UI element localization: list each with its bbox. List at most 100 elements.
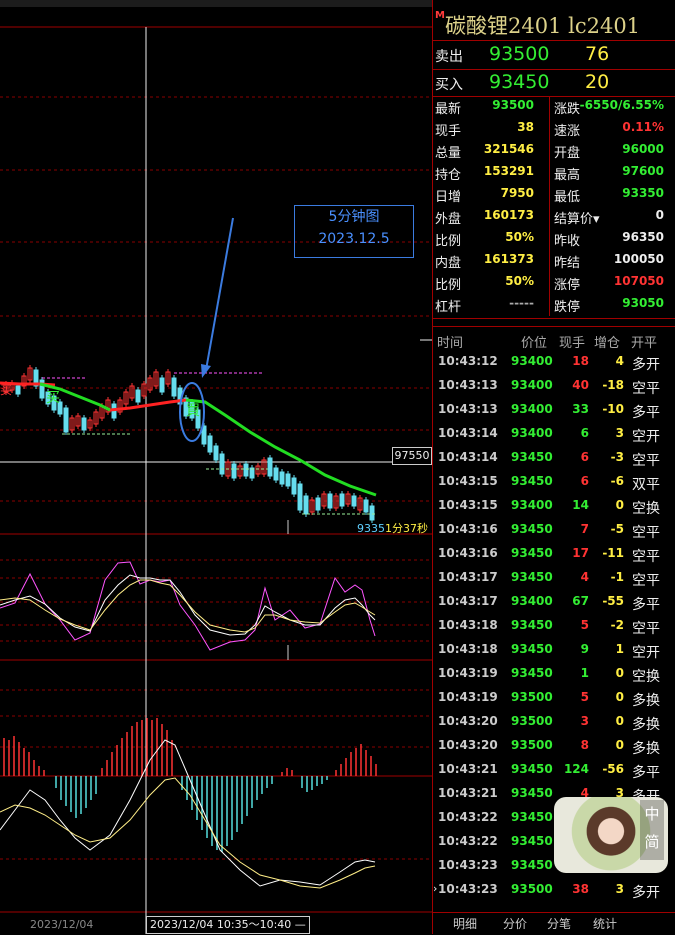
tick-row[interactable]: 10:43:21 93450 124 -56 多平 [433, 762, 675, 786]
tab-trades[interactable]: 分笔 [547, 915, 571, 932]
tick-row[interactable]: 10:43:14 93400 6 3 空开 [433, 426, 675, 450]
tick-time: 10:43:20 [438, 738, 498, 752]
tick-oi-change: 0 [615, 714, 624, 728]
tick-volume: 67 [572, 594, 589, 608]
tick-oi-change: -18 [602, 378, 624, 392]
quote-row: 最新 93500 涨跌 -6550/6.55% [433, 98, 675, 120]
date-axis-label: 2023/12/04 [30, 918, 94, 931]
quote-value: 161373 [483, 252, 534, 266]
tick-volume: 4 [580, 570, 589, 584]
tick-type: 双平 [632, 477, 660, 493]
tick-row[interactable]: 10:43:17 93450 4 -1 空平 [433, 570, 675, 594]
tick-price: 93450 [511, 642, 553, 656]
signal-mark-2: 买 [46, 390, 60, 406]
tick-row[interactable]: 10:43:12 93400 18 4 多开 [433, 354, 675, 378]
tick-volume: 17 [572, 546, 589, 560]
market-badge: M [435, 10, 445, 21]
quote-label: 比例 [435, 278, 462, 293]
tick-row[interactable]: 10:43:19 93500 5 0 多换 [433, 690, 675, 714]
tick-price: 93450 [511, 570, 553, 584]
tab-price-dist[interactable]: 分价 [503, 915, 527, 932]
candle [279, 471, 285, 485]
tick-oi-change: -2 [610, 618, 624, 632]
quote-panel: M 碳酸锂2401 lc2401 卖出 93500 76 买入 93450 20… [432, 0, 675, 934]
tick-type: 多平 [632, 597, 660, 613]
tick-time: 10:43:13 [438, 378, 498, 392]
tick-volume: 6 [580, 474, 589, 488]
tick-time: 10:43:12 [438, 354, 498, 368]
language-toggle[interactable]: 中 简 [640, 800, 664, 860]
annotation-line2: 2023.12.5 [318, 231, 390, 247]
quote-value: 7950 [500, 186, 534, 200]
tick-price: 93400 [511, 594, 553, 608]
quote-label-right: 涨跌 [554, 102, 581, 117]
tick-oi-change: -5 [610, 522, 624, 536]
quote-value: 160173 [483, 208, 534, 222]
quote-label: 比例 [435, 234, 462, 249]
quote-value-right: 0.11% [622, 120, 664, 134]
tab-stats[interactable]: 统计 [593, 915, 617, 932]
tick-oi-change: -11 [602, 546, 624, 560]
tick-oi-change: 1 [615, 642, 624, 656]
quote-label-right: 结算价▾ [554, 212, 600, 227]
tick-volume: 14 [572, 498, 589, 512]
quote-label: 总量 [435, 146, 462, 161]
tick-oi-change: -6 [610, 474, 624, 488]
last-price-value: 9335 [357, 522, 385, 535]
ask-label: 卖出 [435, 49, 463, 65]
tick-time: 10:43:17 [438, 594, 498, 608]
tick-type: 空平 [632, 381, 660, 397]
quote-value-right: 97600 [622, 164, 664, 178]
tick-volume: 1 [580, 666, 589, 680]
tick-row[interactable]: 10:43:13 93400 40 -18 空平 [433, 378, 675, 402]
tick-time: 10:43:13 [438, 402, 498, 416]
tick-oi-change: 3 [615, 882, 624, 896]
candle [231, 463, 237, 479]
tick-row[interactable]: 10:43:13 93400 33 -10 多平 [433, 402, 675, 426]
tick-row[interactable]: 10:43:20 93500 8 0 多换 [433, 738, 675, 762]
tick-row[interactable]: 10:43:18 93450 5 -2 空平 [433, 618, 675, 642]
contract-title[interactable]: 碳酸锂2401 lc2401 [445, 10, 640, 40]
tick-type: 空换 [632, 669, 660, 685]
tab-detail[interactable]: 明细 [453, 915, 477, 932]
tick-row[interactable]: 10:43:20 93500 3 0 多换 [433, 714, 675, 738]
candle [363, 499, 369, 513]
tick-oi-change: 0 [615, 498, 624, 512]
tick-type: 多平 [632, 765, 660, 781]
macd-dif-line [0, 739, 376, 887]
tick-time: 10:43:18 [438, 618, 498, 632]
lang-zh: 中 [644, 805, 660, 823]
quote-label-right: 开盘 [554, 146, 581, 161]
tick-row[interactable]: 10:43:23 93500 38 3 多开 [433, 882, 675, 906]
tick-oi-change: -3 [610, 450, 624, 464]
tick-row[interactable]: 10:43:16 93450 17 -11 空平 [433, 546, 675, 570]
tick-oi-change: -1 [610, 570, 624, 584]
tick-time: 10:43:16 [438, 546, 498, 560]
tick-row[interactable]: 10:43:17 93400 67 -55 多平 [433, 594, 675, 618]
quote-label: 内盘 [435, 256, 462, 271]
tick-row[interactable]: 10:43:16 93450 7 -5 空平 [433, 522, 675, 546]
quote-value-right: 100050 [613, 252, 664, 266]
candle [219, 453, 225, 475]
ask-price: 93500 [489, 43, 550, 65]
ticks-header-type: 开平 [631, 336, 658, 351]
tick-row[interactable]: 10:43:19 93450 1 0 空换 [433, 666, 675, 690]
candle [159, 377, 165, 393]
candle [213, 445, 219, 461]
candle [297, 483, 303, 511]
kline-chart[interactable]: 買 买 买 [0, 0, 432, 934]
tick-time: 10:43:19 [438, 666, 498, 680]
tick-row[interactable]: 10:43:15 93450 6 -6 双平 [433, 474, 675, 498]
tick-type: 空开 [632, 429, 660, 445]
tick-row[interactable]: 10:43:14 93450 6 -3 空平 [433, 450, 675, 474]
lang-simplified: 简 [644, 833, 660, 851]
quote-value-right: 96000 [622, 142, 664, 156]
candle [285, 473, 291, 487]
tick-row[interactable]: 10:43:15 93400 14 0 空换 [433, 498, 675, 522]
tick-type: 空平 [632, 453, 660, 469]
candle [243, 463, 249, 477]
tick-price: 93450 [511, 546, 553, 560]
tick-row[interactable]: 10:43:18 93450 9 1 空开 [433, 642, 675, 666]
quote-value-right: 93050 [622, 296, 664, 310]
countdown-label: 1分37秒 [385, 522, 428, 535]
